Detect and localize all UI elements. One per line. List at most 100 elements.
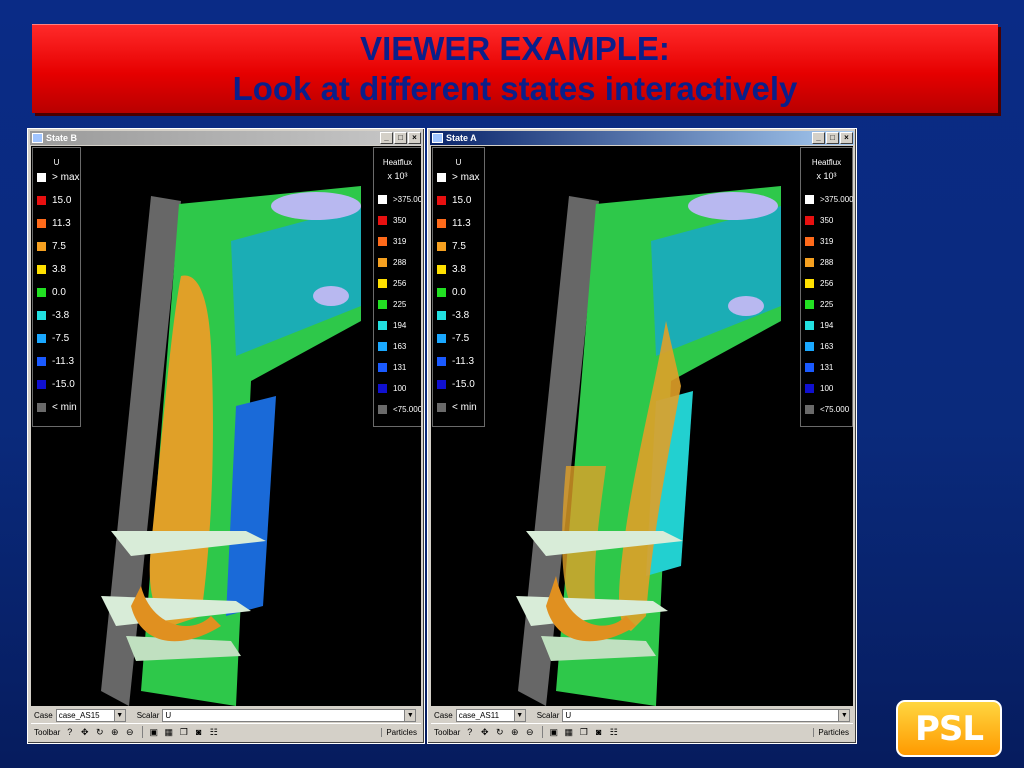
legend-item: 0.0 (37, 285, 66, 299)
rotate-icon[interactable]: ↻ (93, 726, 106, 738)
legend-swatch (378, 404, 387, 414)
layout-icon[interactable]: ▦ (562, 726, 575, 738)
legend-swatch (805, 215, 814, 225)
legend-item: 0.0 (437, 285, 466, 299)
legend-item: 7.5 (437, 239, 466, 253)
legend-item: < min (437, 400, 477, 414)
scalar-label: Scalar (536, 711, 560, 720)
maximize-button[interactable]: □ (394, 132, 407, 144)
maximize-button[interactable]: □ (826, 132, 839, 144)
legend-item: >375.000 (378, 192, 421, 206)
window-app-icon (432, 133, 443, 143)
camera-icon[interactable]: ◙ (592, 726, 605, 738)
legend-item: 288 (805, 255, 833, 269)
legend-item: 3.8 (37, 262, 66, 276)
zoom-in-icon[interactable]: ⊕ (508, 726, 521, 738)
window-titlebar[interactable]: State A _ □ × (430, 131, 854, 145)
toolbar-label: Toolbar (34, 727, 61, 737)
legend-item: 11.3 (437, 216, 471, 230)
legend-item: 256 (378, 276, 406, 290)
legend-swatch (805, 383, 814, 393)
zoom-out-icon[interactable]: ⊖ (523, 726, 536, 738)
legend-swatch (37, 218, 46, 228)
legend-item: 319 (805, 234, 833, 248)
legend-swatch (378, 299, 387, 309)
legend-swatch (437, 218, 446, 228)
window-titlebar[interactable]: State B _ □ × (30, 131, 422, 145)
help-button[interactable]: ? (63, 726, 76, 738)
heatflux-legend: Heatflux x 10³ >375.000 350 319 288 256 … (800, 147, 853, 427)
settings-icon[interactable]: ☷ (607, 726, 620, 738)
layout-icon[interactable]: ▦ (162, 726, 175, 738)
legend-item: -7.5 (437, 331, 469, 345)
rotate-icon[interactable]: ↻ (493, 726, 506, 738)
chevron-down-icon[interactable]: ▼ (838, 710, 850, 721)
3d-viewport[interactable]: U > max 15.0 11.3 7.5 3.8 0.0 -3.8 -7.5 … (31, 146, 421, 706)
zoom-out-icon[interactable]: ⊖ (123, 726, 136, 738)
picture-icon[interactable]: ▣ (147, 726, 160, 738)
header-pipe (271, 192, 361, 220)
legend-item: <75.000 (805, 402, 849, 416)
window-app-icon (32, 133, 43, 143)
scalar-legend: U > max 15.0 11.3 7.5 3.8 0.0 -3.8 -7.5 … (432, 147, 485, 427)
case-select[interactable]: case_AS15 ▼ (55, 709, 126, 722)
legend-item: -7.5 (37, 331, 69, 345)
window-title: State A (446, 133, 477, 143)
legend-swatch (378, 194, 387, 204)
legend-swatch (378, 362, 387, 372)
legend-item: 131 (378, 360, 406, 374)
minimize-button[interactable]: _ (812, 132, 825, 144)
furnace-render (516, 186, 781, 706)
toolbar-separator (142, 726, 144, 738)
legend-subtitle: x 10³ (387, 171, 408, 181)
close-button[interactable]: × (840, 132, 853, 144)
scalar-select[interactable]: U ▼ (162, 709, 417, 722)
picture-icon[interactable]: ▣ (547, 726, 560, 738)
chevron-down-icon[interactable]: ▼ (113, 710, 125, 721)
legend-swatch (437, 241, 446, 251)
particles-button[interactable]: Particles (813, 727, 853, 737)
help-button[interactable]: ? (463, 726, 476, 738)
window-title: State B (46, 133, 78, 143)
chevron-down-icon[interactable]: ▼ (513, 710, 525, 721)
legend-swatch (378, 320, 387, 330)
copy-icon[interactable]: ❐ (577, 726, 590, 738)
scalar-select[interactable]: U ▼ (562, 709, 851, 722)
scalar-legend: U > max 15.0 11.3 7.5 3.8 0.0 -3.8 -7.5 … (32, 147, 81, 427)
legend-item: 350 (378, 213, 406, 227)
scalar-label: Scalar (136, 711, 160, 720)
legend-item: -15.0 (37, 377, 75, 391)
move-icon[interactable]: ✥ (78, 726, 91, 738)
particles-button[interactable]: Particles (381, 727, 421, 737)
legend-swatch (37, 241, 46, 251)
legend-swatch (437, 379, 446, 389)
legend-swatch (378, 341, 387, 351)
slide-subtitle: Look at different states interactively (232, 70, 798, 107)
case-select[interactable]: case_AS11 ▼ (455, 709, 526, 722)
legend-item: 194 (805, 318, 833, 332)
copy-icon[interactable]: ❐ (177, 726, 190, 738)
legend-swatch (37, 333, 46, 343)
legend-item: 11.3 (37, 216, 71, 230)
3d-viewport[interactable]: U > max 15.0 11.3 7.5 3.8 0.0 -3.8 -7.5 … (431, 146, 853, 706)
legend-item: 256 (805, 276, 833, 290)
heatflux-legend: Heatflux x 10³ >375.000 350 319 288 256 … (373, 147, 421, 427)
toolbar-separator (542, 726, 544, 738)
settings-icon[interactable]: ☷ (207, 726, 220, 738)
minimize-button[interactable]: _ (380, 132, 393, 144)
title-banner: VIEWER EXAMPLE: Look at different states… (32, 24, 998, 113)
chevron-down-icon[interactable]: ▼ (404, 710, 416, 721)
legend-swatch (37, 402, 46, 412)
move-icon[interactable]: ✥ (478, 726, 491, 738)
legend-title: Heatflux (382, 158, 413, 167)
legend-swatch (805, 299, 814, 309)
legend-swatch (437, 264, 446, 274)
furnace-render (101, 186, 361, 706)
zoom-in-icon[interactable]: ⊕ (108, 726, 121, 738)
close-button[interactable]: × (408, 132, 421, 144)
viewer-window-state-a[interactable]: State A _ □ × U > max 15.0 11.3 7.5 3.8 (427, 128, 857, 744)
legend-item: < min (37, 400, 77, 414)
legend-swatch (37, 172, 46, 182)
viewer-window-state-b[interactable]: State B _ □ × U > max 15.0 11.3 7.5 3.8 … (27, 128, 425, 744)
camera-icon[interactable]: ◙ (192, 726, 205, 738)
